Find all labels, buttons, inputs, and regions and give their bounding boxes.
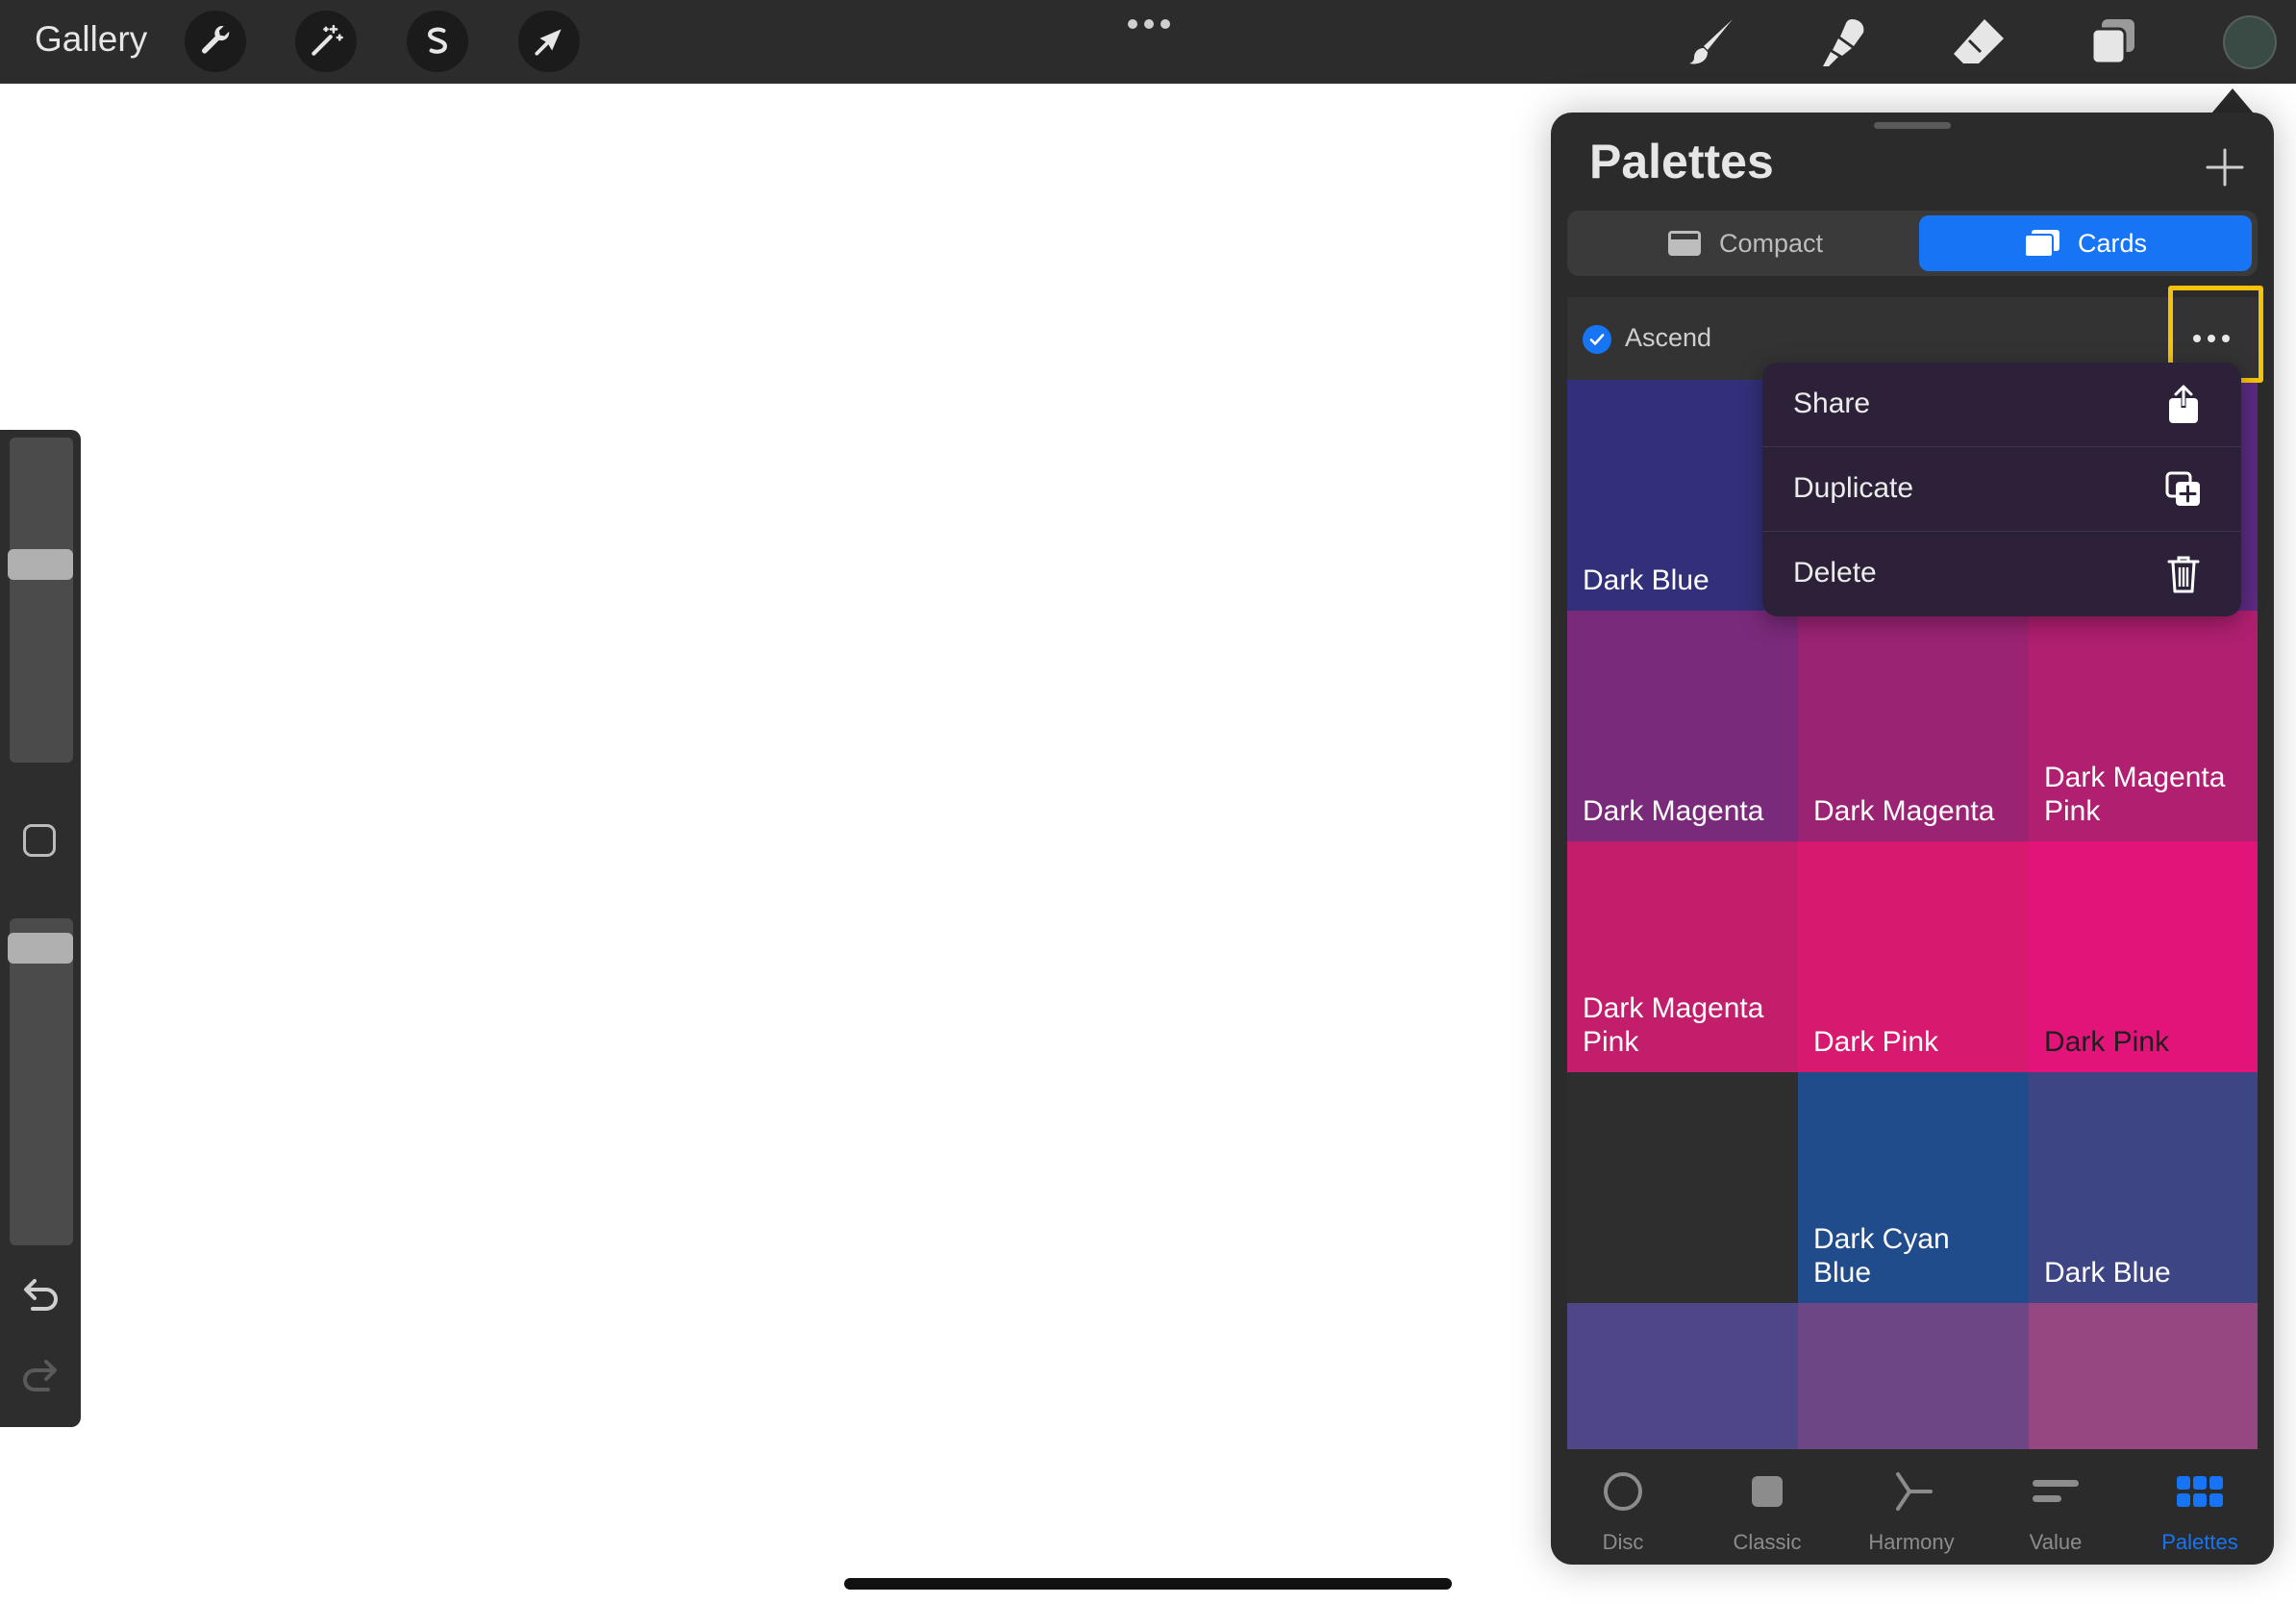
harmony-icon bbox=[1883, 1463, 1940, 1520]
palette-options-menu: Share Duplicate Delete bbox=[1762, 363, 2241, 616]
popover-arrow bbox=[2211, 88, 2254, 113]
compact-label: Compact bbox=[1718, 228, 1824, 258]
swatch-label: Dark Magenta Pink bbox=[2044, 762, 2226, 827]
tab-harmony[interactable]: Harmony bbox=[1839, 1449, 1984, 1565]
brush-icon bbox=[1689, 19, 1733, 64]
eraser-icon bbox=[1954, 19, 2004, 63]
tab-value[interactable]: Value bbox=[1984, 1449, 2128, 1565]
paint-button[interactable] bbox=[1681, 12, 1742, 73]
color-swatch[interactable]: Dark Pink bbox=[1798, 841, 2029, 1072]
menu-item-duplicate[interactable]: Duplicate bbox=[1762, 447, 2241, 532]
palettes-icon bbox=[2171, 1463, 2229, 1520]
selection-button[interactable] bbox=[407, 11, 468, 72]
classic-icon bbox=[1738, 1463, 1796, 1520]
swatch-label: Dark Cyan Blue bbox=[1813, 1223, 1950, 1289]
disc-icon bbox=[1594, 1463, 1652, 1520]
tab-label: Disc bbox=[1602, 1530, 1644, 1554]
brush-size-slider-thumb[interactable] bbox=[8, 549, 73, 581]
gallery-button[interactable]: Gallery bbox=[35, 19, 147, 60]
color-swatch[interactable]: Dark Cyan Blue bbox=[1798, 1072, 2029, 1303]
left-sidebar bbox=[0, 430, 81, 1427]
color-swatch[interactable] bbox=[1798, 1303, 2029, 1449]
layers-icon bbox=[2090, 19, 2134, 65]
opacity-slider[interactable] bbox=[10, 918, 73, 1245]
color-swatch[interactable]: Dark Magenta Pink bbox=[2029, 611, 2258, 841]
magic-wand-icon bbox=[312, 24, 343, 56]
menu-item-label: Share bbox=[1793, 388, 1871, 419]
add-palette-button[interactable] bbox=[2196, 138, 2254, 196]
actions-button[interactable] bbox=[185, 11, 246, 72]
selection-icon bbox=[428, 27, 447, 54]
transform-arrow-icon bbox=[535, 29, 562, 56]
redo-icon[interactable] bbox=[19, 1357, 62, 1400]
share-icon bbox=[2162, 384, 2205, 426]
swatch-label: Dark Pink bbox=[2044, 1026, 2170, 1058]
color-swatch[interactable]: Dark Magenta bbox=[1567, 611, 1798, 841]
panel-title: Palettes bbox=[1589, 135, 1774, 188]
more-options-icon[interactable] bbox=[1127, 17, 1171, 36]
erase-button[interactable] bbox=[1948, 12, 2009, 73]
color-swatch[interactable] bbox=[2029, 1303, 2258, 1449]
cards-label: Cards bbox=[2077, 228, 2148, 258]
home-indicator bbox=[844, 1578, 1452, 1590]
compact-icon bbox=[1667, 231, 1701, 256]
swatch-label: Dark Blue bbox=[1583, 564, 1710, 596]
compact-segment[interactable]: Compact bbox=[1571, 215, 1919, 271]
tab-disc[interactable]: Disc bbox=[1551, 1449, 1695, 1565]
swatch-label: Dark Magenta Pink bbox=[1583, 992, 1764, 1058]
color-swatch[interactable] bbox=[1567, 1303, 1798, 1449]
menu-item-label: Delete bbox=[1793, 557, 1877, 589]
wrench-icon bbox=[202, 26, 230, 54]
opacity-slider-thumb[interactable] bbox=[8, 933, 73, 965]
swatch-label: Dark Blue bbox=[2044, 1257, 2171, 1289]
color-button[interactable] bbox=[2223, 15, 2277, 69]
tab-label: Palettes bbox=[2161, 1530, 2238, 1554]
menu-item-delete[interactable]: Delete bbox=[1762, 532, 2241, 616]
menu-item-label: Duplicate bbox=[1793, 472, 1914, 504]
color-mode-tabbar: Disc Classic Harmony Value Palettes bbox=[1551, 1449, 2274, 1565]
smudge-icon bbox=[1823, 19, 1864, 66]
top-toolbar: Gallery bbox=[0, 0, 2296, 84]
color-swatch[interactable]: Dark Magenta bbox=[1798, 611, 2029, 841]
transform-button[interactable] bbox=[518, 11, 580, 72]
color-swatch[interactable]: Dark Blue bbox=[2029, 1072, 2258, 1303]
swatch-label: Dark Magenta bbox=[1583, 795, 1764, 827]
duplicate-icon bbox=[2162, 468, 2205, 511]
default-palette-check-icon[interactable] bbox=[1583, 325, 1611, 354]
adjustments-button[interactable] bbox=[295, 11, 357, 72]
view-mode-segmented-control: Compact Cards bbox=[1567, 211, 2258, 276]
eyedropper-button[interactable] bbox=[23, 824, 56, 857]
swatch-label: Dark Pink bbox=[1813, 1026, 1939, 1058]
tab-label: Classic bbox=[1733, 1530, 1802, 1554]
color-swatch[interactable]: Dark Pink bbox=[2029, 841, 2258, 1072]
tab-palettes[interactable]: Palettes bbox=[2128, 1449, 2272, 1565]
smudge-button[interactable] bbox=[1813, 12, 1875, 73]
cards-segment[interactable]: Cards bbox=[1919, 215, 2252, 271]
tab-classic[interactable]: Classic bbox=[1695, 1449, 1839, 1565]
menu-item-share[interactable]: Share bbox=[1762, 363, 2241, 447]
tab-label: Harmony bbox=[1868, 1530, 1955, 1554]
palette-name[interactable]: Ascend bbox=[1625, 323, 1711, 353]
panel-grabber[interactable] bbox=[1874, 122, 1951, 129]
color-panel: Palettes Compact Cards Ascend Dark Blue … bbox=[1551, 113, 2274, 1565]
swatch-label: Dark Magenta bbox=[1813, 795, 1995, 827]
color-swatch[interactable] bbox=[1567, 1072, 1798, 1303]
trash-icon bbox=[2162, 553, 2205, 595]
undo-icon[interactable] bbox=[19, 1276, 62, 1319]
tab-label: Value bbox=[2029, 1530, 2083, 1554]
plus-icon bbox=[2206, 148, 2244, 187]
color-swatch[interactable]: Dark Magenta Pink bbox=[1567, 841, 1798, 1072]
value-icon bbox=[2027, 1463, 2084, 1520]
layers-button[interactable] bbox=[2083, 12, 2144, 73]
brush-size-slider[interactable] bbox=[10, 438, 73, 763]
cards-icon bbox=[2023, 230, 2059, 258]
